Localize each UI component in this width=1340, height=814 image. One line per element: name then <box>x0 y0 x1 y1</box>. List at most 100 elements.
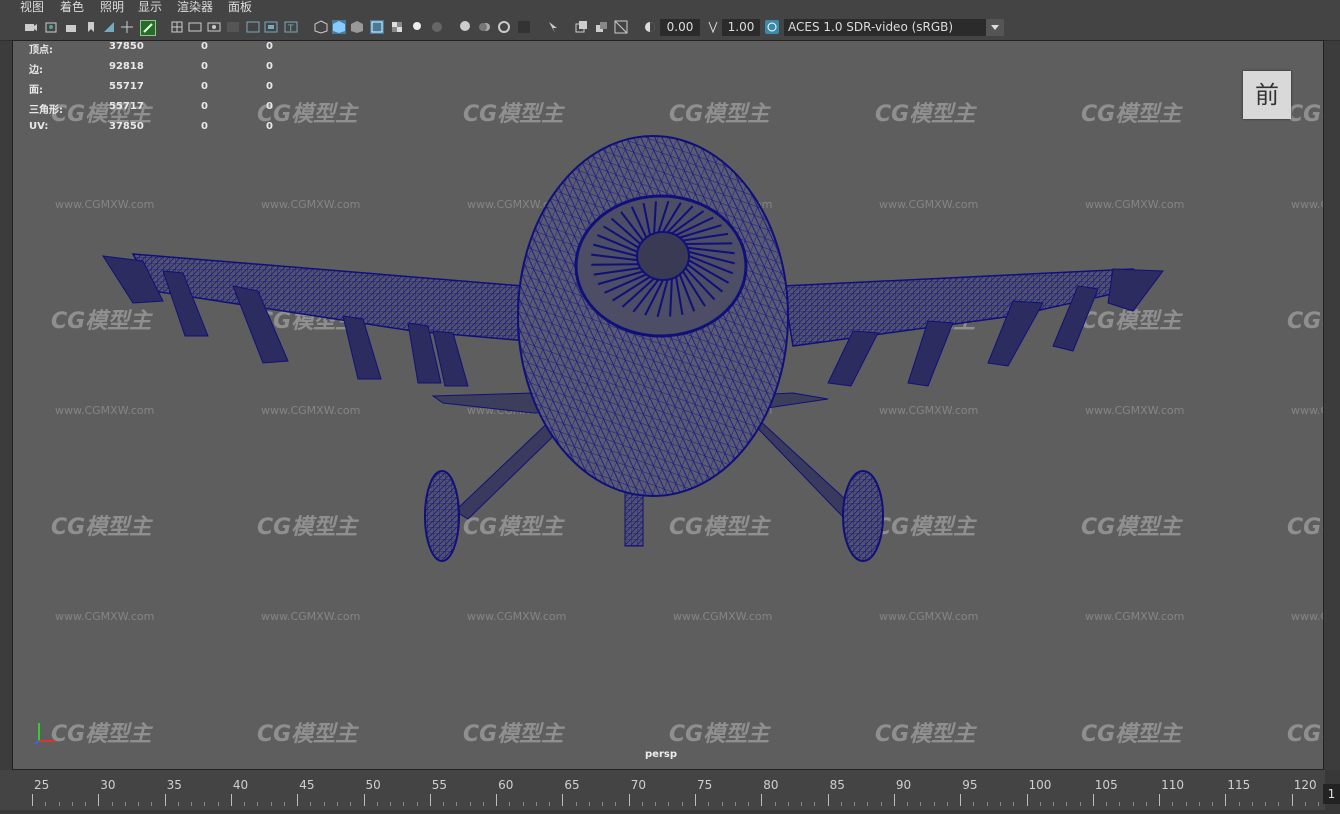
ruler-tick <box>1026 794 1028 806</box>
ruler-minor-tick <box>668 802 670 806</box>
ruler-minor-tick <box>1066 802 1068 806</box>
color-management-icon[interactable] <box>765 20 779 34</box>
ruler-minor-tick <box>801 802 803 806</box>
airplane-wireframe-model[interactable] <box>13 41 1323 769</box>
ruler-minor-tick <box>1185 802 1187 806</box>
menu-renderer[interactable]: 渲染器 <box>177 0 213 14</box>
ruler-tick <box>496 794 498 806</box>
smooth-shade-icon[interactable] <box>332 20 346 34</box>
camera-name-label: persp <box>645 749 677 760</box>
default-material-icon[interactable] <box>350 20 364 34</box>
ruler-label: 115 <box>1227 778 1251 792</box>
ruler-minor-tick <box>907 802 909 806</box>
anti-aliasing-icon[interactable] <box>497 20 511 34</box>
ruler-minor-tick <box>973 802 975 806</box>
safe-action-icon[interactable] <box>264 20 278 34</box>
film-gate-icon[interactable] <box>188 20 202 34</box>
wireframe-icon[interactable] <box>314 20 328 34</box>
chevron-down-icon[interactable] <box>986 19 1004 36</box>
stat-row-triangles: 三角形: 55717 0 0 <box>29 101 273 116</box>
ruler-minor-tick <box>1013 802 1015 806</box>
ruler-label: 25 <box>34 778 50 792</box>
time-ruler[interactable]: 25 30 35 40 45 50 55 60 65 70 75 80 85 90 95 100 105 110 1… <box>0 770 1325 810</box>
backface-icon[interactable] <box>614 20 628 34</box>
ruler-minor-tick <box>655 802 657 806</box>
ruler-minor-tick <box>58 802 60 806</box>
ruler-minor-tick <box>1145 802 1147 806</box>
stat-row-faces: 面: 55717 0 0 <box>29 81 273 96</box>
menu-shading[interactable]: 着色 <box>60 0 84 14</box>
2d-pan-icon[interactable] <box>120 20 134 34</box>
exposure-icon[interactable] <box>643 20 657 34</box>
exposure-field[interactable]: 0.00 <box>660 19 700 36</box>
ruler-minor-tick <box>880 802 882 806</box>
ruler-label: 35 <box>166 778 182 792</box>
gamma-icon[interactable] <box>706 20 720 34</box>
menu-panels[interactable]: 面板 <box>228 0 252 14</box>
ruler-label: 80 <box>763 778 779 792</box>
ruler-minor-tick <box>867 802 869 806</box>
stat-row-uvs: UV: 37850 0 0 <box>29 121 273 132</box>
gamma-field[interactable]: 1.00 <box>722 19 760 36</box>
color-space-select[interactable]: ACES 1.0 SDR-video (sRGB) <box>784 19 988 36</box>
grease-pencil-icon[interactable] <box>140 20 156 36</box>
ruler-label: 65 <box>564 778 580 792</box>
motion-blur-icon[interactable] <box>478 20 492 34</box>
grid-icon[interactable] <box>170 20 184 34</box>
ruler-minor-tick <box>416 802 418 806</box>
current-frame-field[interactable]: 1 <box>1323 784 1340 804</box>
depth-of-field-icon[interactable] <box>517 20 531 34</box>
ruler-tick <box>761 794 763 806</box>
ruler-label: 40 <box>232 778 249 792</box>
menu-lighting[interactable]: 照明 <box>100 0 124 14</box>
ruler-minor-tick <box>350 802 352 806</box>
ruler-minor-tick <box>482 802 484 806</box>
ruler-tick <box>98 794 100 806</box>
ruler-label: 75 <box>697 778 713 792</box>
ruler-tick <box>230 794 232 806</box>
ruler-tick <box>164 794 166 806</box>
select-camera-icon[interactable] <box>24 20 38 34</box>
ruler-tick <box>827 794 829 806</box>
menu-view[interactable]: 视图 <box>20 0 44 14</box>
ruler-label: 90 <box>895 778 912 792</box>
image-plane-icon[interactable] <box>102 20 116 34</box>
camera-lock-icon[interactable] <box>64 20 78 34</box>
ruler-tick <box>297 794 299 806</box>
menu-show[interactable]: 显示 <box>138 0 162 14</box>
isolate-icon[interactable] <box>546 20 560 34</box>
ruler-minor-tick <box>840 802 842 806</box>
textured-icon[interactable] <box>390 20 404 34</box>
ruler-minor-tick <box>1053 802 1055 806</box>
wireframe-on-shaded-icon[interactable] <box>370 20 384 34</box>
view-cube[interactable]: 前 <box>1243 71 1291 119</box>
gate-mask-icon[interactable] <box>226 20 240 34</box>
ruler-minor-tick <box>1238 802 1240 806</box>
bookmark-icon[interactable] <box>84 20 98 34</box>
ruler-minor-tick <box>85 802 87 806</box>
lights-icon[interactable] <box>410 20 424 34</box>
ruler-minor-tick <box>204 802 206 806</box>
ruler-minor-tick <box>177 802 179 806</box>
ruler-tick <box>363 794 365 806</box>
time-slider[interactable]: 25 30 35 40 45 50 55 60 65 70 75 80 85 90 95 100 105 110 1… <box>0 770 1340 814</box>
ruler-minor-tick <box>323 802 325 806</box>
shadows-icon[interactable] <box>430 20 444 34</box>
xray-icon[interactable] <box>574 20 588 34</box>
xray-joints-icon[interactable] <box>594 20 608 34</box>
ruler-minor-tick <box>814 802 816 806</box>
ambient-occlusion-icon[interactable] <box>458 20 472 34</box>
ruler-minor-tick <box>588 802 590 806</box>
camera-attributes-icon[interactable] <box>44 20 58 34</box>
ruler-tick <box>32 794 33 806</box>
3d-viewport[interactable]: CG模型主CG模型主CG模型主CG模型主CG模型主CG模型主CG模型主CG模型主… <box>12 40 1324 770</box>
safe-title-icon[interactable]: T <box>284 20 298 34</box>
ruler-minor-tick <box>986 802 988 806</box>
ruler-minor-tick <box>1172 802 1174 806</box>
ruler-label: 95 <box>962 778 978 792</box>
field-chart-icon[interactable] <box>246 20 260 34</box>
ruler-minor-tick <box>933 802 935 806</box>
ruler-minor-tick <box>946 802 948 806</box>
resolution-gate-icon[interactable] <box>207 20 221 34</box>
ruler-minor-tick <box>217 802 219 806</box>
